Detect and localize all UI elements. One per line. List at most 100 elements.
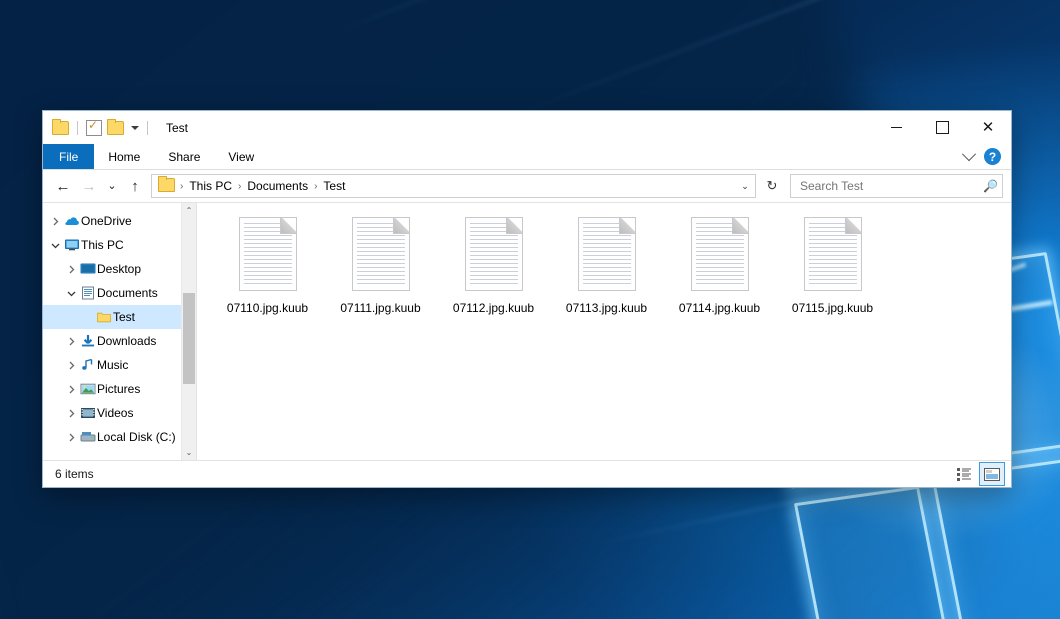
chevron-down-icon[interactable] [962,147,976,161]
close-button[interactable]: ✕ [965,111,1011,144]
sidebar-item-documents[interactable]: Documents [43,281,181,305]
ribbon-right-controls: ? [964,144,1007,169]
sidebar-scrollbar[interactable]: ⌃ ⌄ [181,203,196,460]
document-fold-corner [506,217,523,234]
sidebar-item-label: Music [97,358,128,372]
properties-icon[interactable] [86,120,102,136]
chevron-right-icon[interactable] [63,433,79,442]
sidebar-item-onedrive[interactable]: OneDrive [43,209,181,233]
large-icons-view-button[interactable] [979,462,1005,486]
file-item[interactable]: 07114.jpg.kuub [663,213,776,337]
document-fold-corner [280,217,297,234]
generic-document-icon [465,217,523,291]
tab-home[interactable]: Home [94,144,154,169]
title-bar: Test ✕ [43,111,1011,144]
separator [77,121,78,135]
scrollbar-thumb[interactable] [183,293,195,384]
recent-locations-button[interactable]: ⌄ [103,174,121,198]
chevron-right-icon[interactable] [63,361,79,370]
file-item[interactable]: 07111.jpg.kuub [324,213,437,337]
help-icon[interactable]: ? [984,148,1001,165]
file-explorer-window: Test ✕ File Home Share View ? ← → ⌄ ↑ › … [42,110,1012,488]
window-title: Test [166,121,188,135]
document-fold-corner [393,217,410,234]
chevron-right-icon[interactable] [47,217,63,226]
refresh-button[interactable]: ↻ [760,174,784,198]
document-fold-corner [619,217,636,234]
tab-share[interactable]: Share [154,144,214,169]
file-item[interactable]: 07112.jpg.kuub [437,213,550,337]
search-box[interactable]: 🔍 [790,174,1003,198]
sidebar-item-desktop[interactable]: Desktop [43,257,181,281]
tab-view[interactable]: View [214,144,268,169]
chevron-right-icon[interactable] [63,409,79,418]
generic-document-icon [239,217,297,291]
sidebar-item-music[interactable]: Music [43,353,181,377]
chevron-down-icon[interactable] [63,289,79,298]
sidebar-item-pictures[interactable]: Pictures [43,377,181,401]
customize-qat-icon[interactable] [131,126,139,130]
file-name-label: 07114.jpg.kuub [676,300,763,316]
up-button[interactable]: ↑ [123,174,147,198]
file-name-label: 07111.jpg.kuub [337,300,423,316]
sidebar-item-local-disk-c[interactable]: Local Disk (C:) [43,425,181,449]
separator [147,121,148,135]
explorer-body: OneDrive This PC Desktop Documents Test Downl… [43,203,1011,460]
maximize-button[interactable] [919,111,965,144]
item-count-label: 6 items [55,467,94,481]
file-item[interactable]: 07115.jpg.kuub [776,213,889,337]
status-bar: 6 items [43,460,1011,487]
sidebar-item-label: Downloads [97,334,156,348]
desktop-icon [79,262,97,276]
breadcrumb-item-this-pc[interactable]: This PC [184,179,237,193]
breadcrumb-item-documents[interactable]: Documents [242,179,313,193]
folder-tree: OneDrive This PC Desktop Documents Test Downl… [43,203,181,460]
forward-button[interactable]: → [77,174,101,198]
file-name-label: 07113.jpg.kuub [563,300,650,316]
sidebar-item-videos[interactable]: Videos [43,401,181,425]
chevron-right-icon[interactable] [63,337,79,346]
file-item[interactable]: 07110.jpg.kuub [211,213,324,337]
file-item[interactable]: 07113.jpg.kuub [550,213,663,337]
chevron-down-icon[interactable] [47,241,63,250]
sidebar-item-label: Pictures [97,382,140,396]
details-view-button[interactable] [951,462,977,486]
search-input[interactable] [798,178,983,194]
onedrive-icon [63,214,81,228]
file-name-label: 07110.jpg.kuub [224,300,311,316]
sidebar-item-label: OneDrive [81,214,132,228]
sidebar-item-label: Desktop [97,262,141,276]
sidebar-item-label: Videos [97,406,133,420]
minimize-button[interactable] [873,111,919,144]
scroll-down-arrow-icon[interactable]: ⌄ [182,445,196,460]
chevron-right-icon[interactable] [63,385,79,394]
sidebar-item-test[interactable]: Test [43,305,181,329]
file-name-label: 07112.jpg.kuub [450,300,537,316]
new-folder-icon[interactable] [107,121,124,135]
breadcrumb[interactable]: › This PC › Documents › Test ⌄ [151,174,756,198]
generic-document-icon [691,217,749,291]
sidebar-item-downloads[interactable]: Downloads [43,329,181,353]
chevron-down-icon[interactable]: ⌄ [737,181,753,192]
sidebar-item-label: Test [113,310,135,324]
chevron-right-icon[interactable] [63,265,79,274]
sidebar-item-label: Local Disk (C:) [97,430,176,444]
back-button[interactable]: ← [51,174,75,198]
scrollbar-track[interactable] [182,218,196,445]
window-controls: ✕ [873,111,1011,144]
file-list-view[interactable]: 07110.jpg.kuub 07111.jpg.kuub 07112.jpg.ku… [197,203,1011,460]
tab-file[interactable]: File [43,144,94,169]
pictures-icon [79,382,97,396]
file-name-label: 07115.jpg.kuub [789,300,876,316]
folder-icon [95,310,113,324]
breadcrumb-item-test[interactable]: Test [318,179,350,193]
disk-icon [79,430,97,444]
sidebar-item-this-pc[interactable]: This PC [43,233,181,257]
windows-logo-pane [794,485,955,619]
address-bar: ← → ⌄ ↑ › This PC › Documents › Test ⌄ ↻… [43,170,1011,203]
scroll-up-arrow-icon[interactable]: ⌃ [182,203,196,218]
folder-icon[interactable] [52,121,69,135]
search-icon[interactable]: 🔍 [983,179,998,193]
generic-document-icon [804,217,862,291]
sidebar-item-label: This PC [81,238,124,252]
